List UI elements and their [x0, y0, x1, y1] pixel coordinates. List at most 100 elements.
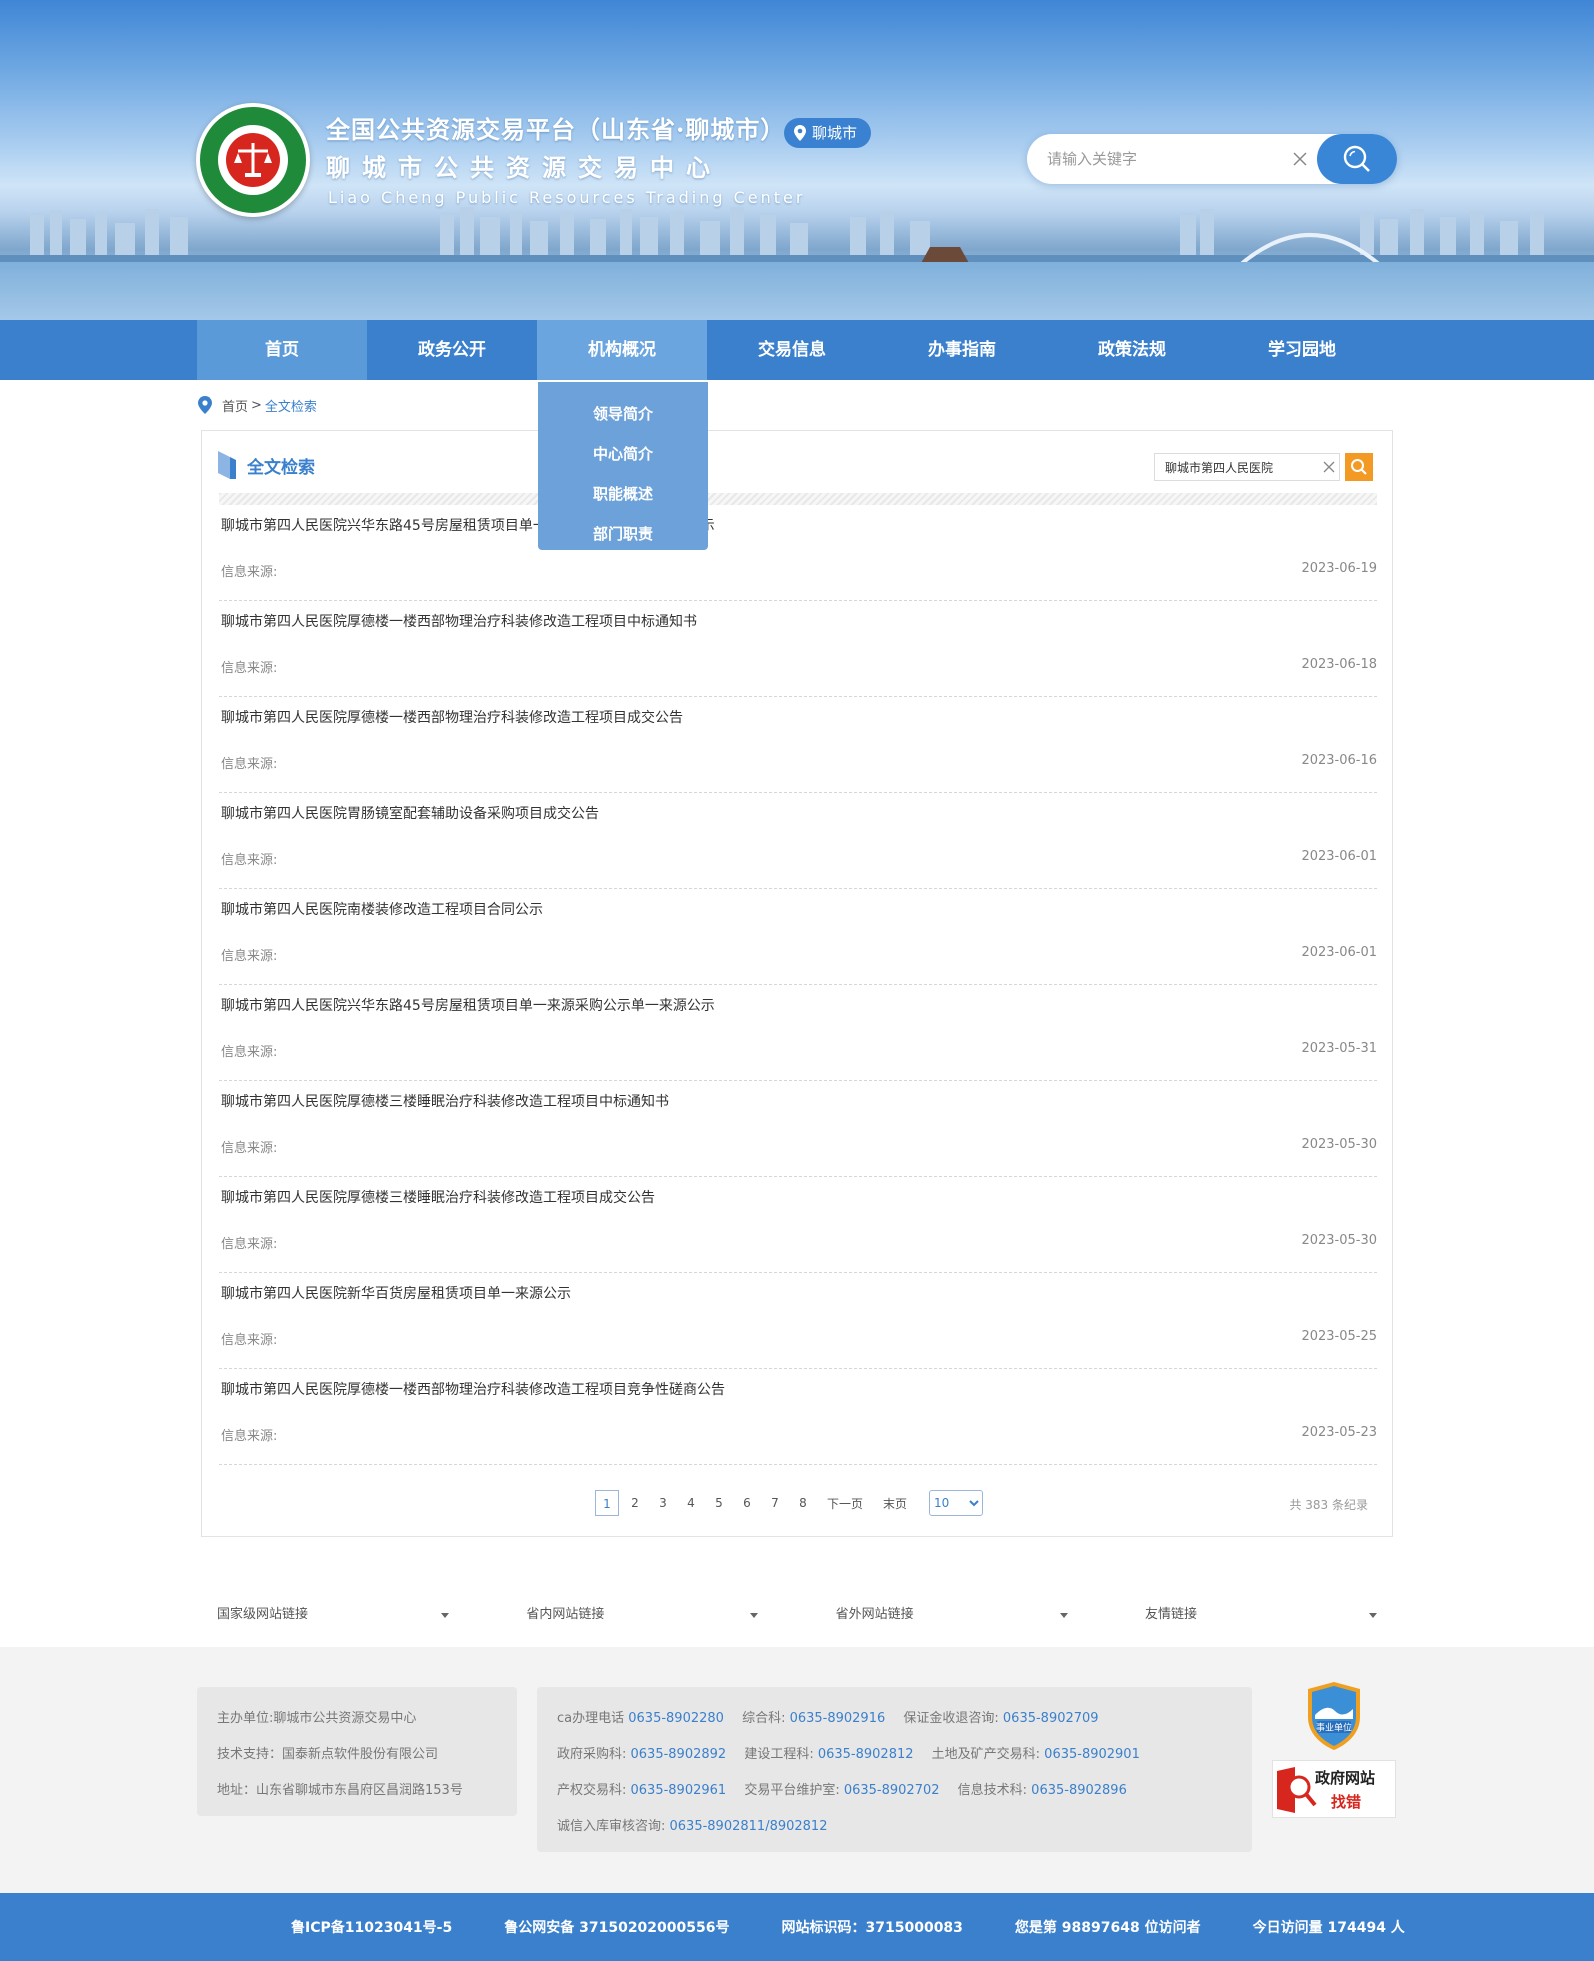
river-image — [0, 262, 1594, 320]
public-institution-badge-icon[interactable]: 事业单位 — [1305, 1681, 1363, 1751]
result-list: 聊城市第四人民医院兴华东路45号房屋租赁项目单一来源采购公示单一来源公示 信息来… — [219, 505, 1377, 1465]
pager-next[interactable]: 下一页 — [827, 1495, 863, 1512]
contact-number: 0635-8902916 — [789, 1711, 886, 1726]
contact-number: 0635-8902892 — [630, 1747, 727, 1762]
nav-item-learning[interactable]: 学习园地 — [1217, 320, 1387, 380]
contact-number: 0635-8902812 — [817, 1747, 914, 1762]
contact-label: 土地及矿产交易科: — [931, 1747, 1045, 1762]
result-row: 聊城市第四人民医院厚德楼一楼西部物理治疗科装修改造工程项目成交公告 信息来源: … — [219, 697, 1377, 793]
result-source: 信息来源: — [221, 661, 278, 676]
result-search — [1154, 453, 1340, 481]
city-selector[interactable]: 聊城市 — [784, 118, 872, 148]
contact-number: 0635-8902901 — [1044, 1747, 1140, 1762]
result-date: 2023-06-16 — [1301, 753, 1377, 768]
dropdown-item-functions[interactable]: 职能概述 — [538, 474, 708, 514]
result-title[interactable]: 聊城市第四人民医院新华百货房屋租赁项目单一来源公示 — [221, 1283, 571, 1303]
result-title[interactable]: 聊城市第四人民医院厚德楼一楼西部物理治疗科装修改造工程项目中标通知书 — [221, 611, 697, 631]
result-source: 信息来源: — [221, 853, 278, 868]
nav-item-guide[interactable]: 办事指南 — [877, 320, 1047, 380]
result-title[interactable]: 聊城市第四人民医院兴华东路45号房屋租赁项目单一来源采购公示单一来源公示 — [221, 995, 715, 1015]
result-row: 聊城市第四人民医院兴华东路45号房屋租赁项目单一来源采购公示单一来源公示 信息来… — [219, 985, 1377, 1081]
contact-label: 交易平台维护室: — [744, 1783, 844, 1798]
result-title[interactable]: 聊城市第四人民医院胃肠镜室配套辅助设备采购项目成交公告 — [221, 803, 599, 823]
result-date: 2023-06-18 — [1301, 657, 1377, 672]
icp-record[interactable]: 鲁ICP备11023041号-5 — [291, 1917, 452, 1937]
pager-last[interactable]: 末页 — [883, 1495, 907, 1512]
clear-icon[interactable] — [1323, 461, 1335, 473]
result-title[interactable]: 聊城市第四人民医院厚德楼一楼西部物理治疗科装修改造工程项目竞争性磋商公告 — [221, 1379, 725, 1399]
report-error-link[interactable]: 政府网站 找错 — [1272, 1760, 1396, 1818]
title-divider — [219, 493, 1377, 505]
result-source: 信息来源: — [221, 565, 278, 580]
dropdown-item-center-intro[interactable]: 中心简介 — [538, 434, 708, 474]
result-source: 信息来源: — [221, 1045, 278, 1060]
city-label: 聊城市 — [812, 124, 858, 142]
result-source: 信息来源: — [221, 949, 278, 964]
search-button[interactable] — [1317, 134, 1397, 184]
result-row: 聊城市第四人民医院厚德楼三楼睡眠治疗科装修改造工程项目中标通知书 信息来源: 2… — [219, 1081, 1377, 1177]
pager-page[interactable]: 7 — [763, 1490, 787, 1516]
result-date: 2023-05-23 — [1301, 1425, 1377, 1440]
site-title-en: Liao Cheng Public Resources Trading Cent… — [328, 188, 806, 207]
dropdown-item-departments[interactable]: 部门职责 — [538, 514, 708, 554]
pager-page[interactable]: 3 — [651, 1490, 675, 1516]
province-links-select[interactable]: 省内网站链接 — [506, 1600, 778, 1630]
contact-label: 保证金收退咨询: — [903, 1711, 1003, 1726]
nav-item-organization[interactable]: 机构概况 — [537, 320, 707, 380]
result-search-button[interactable] — [1345, 453, 1373, 481]
bottom-bar: 鲁ICP备11023041号-5 鲁公网安备 37150202000556号 网… — [0, 1893, 1594, 1961]
site-title-center: 聊城市公共资源交易中心 — [326, 153, 722, 182]
contact-label: 信息技术科: — [957, 1783, 1032, 1798]
site-identifier: 网站标识码：3715000083 — [781, 1920, 963, 1936]
police-record[interactable]: 鲁公网安备 37150202000556号 — [504, 1917, 729, 1937]
clear-icon[interactable] — [1291, 150, 1309, 168]
result-date: 2023-05-30 — [1301, 1233, 1377, 1248]
pager-page[interactable]: 8 — [791, 1490, 815, 1516]
page-size-select[interactable]: 10 — [929, 1490, 984, 1516]
result-source: 信息来源: — [221, 1333, 278, 1348]
visitor-count: 您是第 98897648 位访问者 — [1014, 1920, 1201, 1936]
contact-label: ca办理电话 — [557, 1711, 629, 1726]
pager-page-current[interactable]: 1 — [595, 1490, 619, 1516]
nav-item-government-affairs[interactable]: 政务公开 — [367, 320, 537, 380]
contact-number: 0635-8902811/8902812 — [669, 1819, 828, 1834]
report-error-title: 政府网站 — [1315, 1769, 1376, 1787]
nav-dropdown-organization: 领导简介 中心简介 职能概述 部门职责 — [538, 382, 708, 550]
breadcrumb-home[interactable]: 首页 — [222, 396, 248, 415]
national-links-select[interactable]: 国家级网站链接 — [197, 1600, 469, 1630]
contact-label: 诚信入库审核咨询: — [557, 1819, 670, 1834]
other-province-links-select[interactable]: 省外网站链接 — [816, 1600, 1088, 1630]
pager-page[interactable]: 2 — [623, 1490, 647, 1516]
search-input[interactable] — [1047, 134, 1307, 184]
friendly-links-select[interactable]: 友情链接 — [1125, 1600, 1397, 1630]
breadcrumb-current[interactable]: 全文检索 — [265, 396, 317, 415]
footer-organizer: 主办单位:聊城市公共资源交易中心 — [217, 1711, 417, 1726]
pager-page[interactable]: 6 — [735, 1490, 759, 1516]
nav-item-trading-info[interactable]: 交易信息 — [707, 320, 877, 380]
result-row: 聊城市第四人民医院兴华东路45号房屋租赁项目单一来源采购公示单一来源公示 信息来… — [219, 505, 1377, 601]
dropdown-item-leaders[interactable]: 领导简介 — [538, 394, 708, 434]
search-icon — [1351, 459, 1367, 475]
result-row: 聊城市第四人民医院南楼装修改造工程项目合同公示 信息来源: 2023-06-01 — [219, 889, 1377, 985]
result-title[interactable]: 聊城市第四人民医院南楼装修改造工程项目合同公示 — [221, 899, 543, 919]
pager-page[interactable]: 5 — [707, 1490, 731, 1516]
caret-down-icon — [441, 1613, 449, 1618]
contact-number: 0635-8902896 — [1031, 1783, 1127, 1798]
footer: 主办单位:聊城市公共资源交易中心 技术支持：国泰新点软件股份有限公司 地址：山东… — [0, 1647, 1594, 1893]
footer-organizer-info: 主办单位:聊城市公共资源交易中心 技术支持：国泰新点软件股份有限公司 地址：山东… — [197, 1687, 517, 1816]
caret-down-icon — [1059, 1613, 1068, 1618]
scales-icon — [234, 143, 272, 177]
header-banner: 全国公共资源交易平台（山东省·聊城市） 聊城市公共资源交易中心 Liao Che… — [0, 0, 1594, 320]
result-title[interactable]: 聊城市第四人民医院厚德楼一楼西部物理治疗科装修改造工程项目成交公告 — [221, 707, 683, 727]
result-title[interactable]: 聊城市第四人民医院厚德楼三楼睡眠治疗科装修改造工程项目中标通知书 — [221, 1091, 669, 1111]
link-select-label: 省外网站链接 — [835, 1607, 914, 1622]
footer-tech-support: 技术支持：国泰新点软件股份有限公司 — [217, 1747, 439, 1762]
result-title[interactable]: 聊城市第四人民医院厚德楼三楼睡眠治疗科装修改造工程项目成交公告 — [221, 1187, 655, 1207]
pager-page[interactable]: 4 — [679, 1490, 703, 1516]
result-row: 聊城市第四人民医院新华百货房屋租赁项目单一来源公示 信息来源: 2023-05-… — [219, 1273, 1377, 1369]
footer-address: 地址：山东省聊城市东昌府区昌润路153号 — [217, 1783, 463, 1798]
nav-item-policies[interactable]: 政策法规 — [1047, 320, 1217, 380]
nav-item-home[interactable]: 首页 — [197, 320, 367, 380]
link-select-label: 国家级网站链接 — [217, 1607, 309, 1622]
result-search-input[interactable] — [1165, 454, 1315, 480]
